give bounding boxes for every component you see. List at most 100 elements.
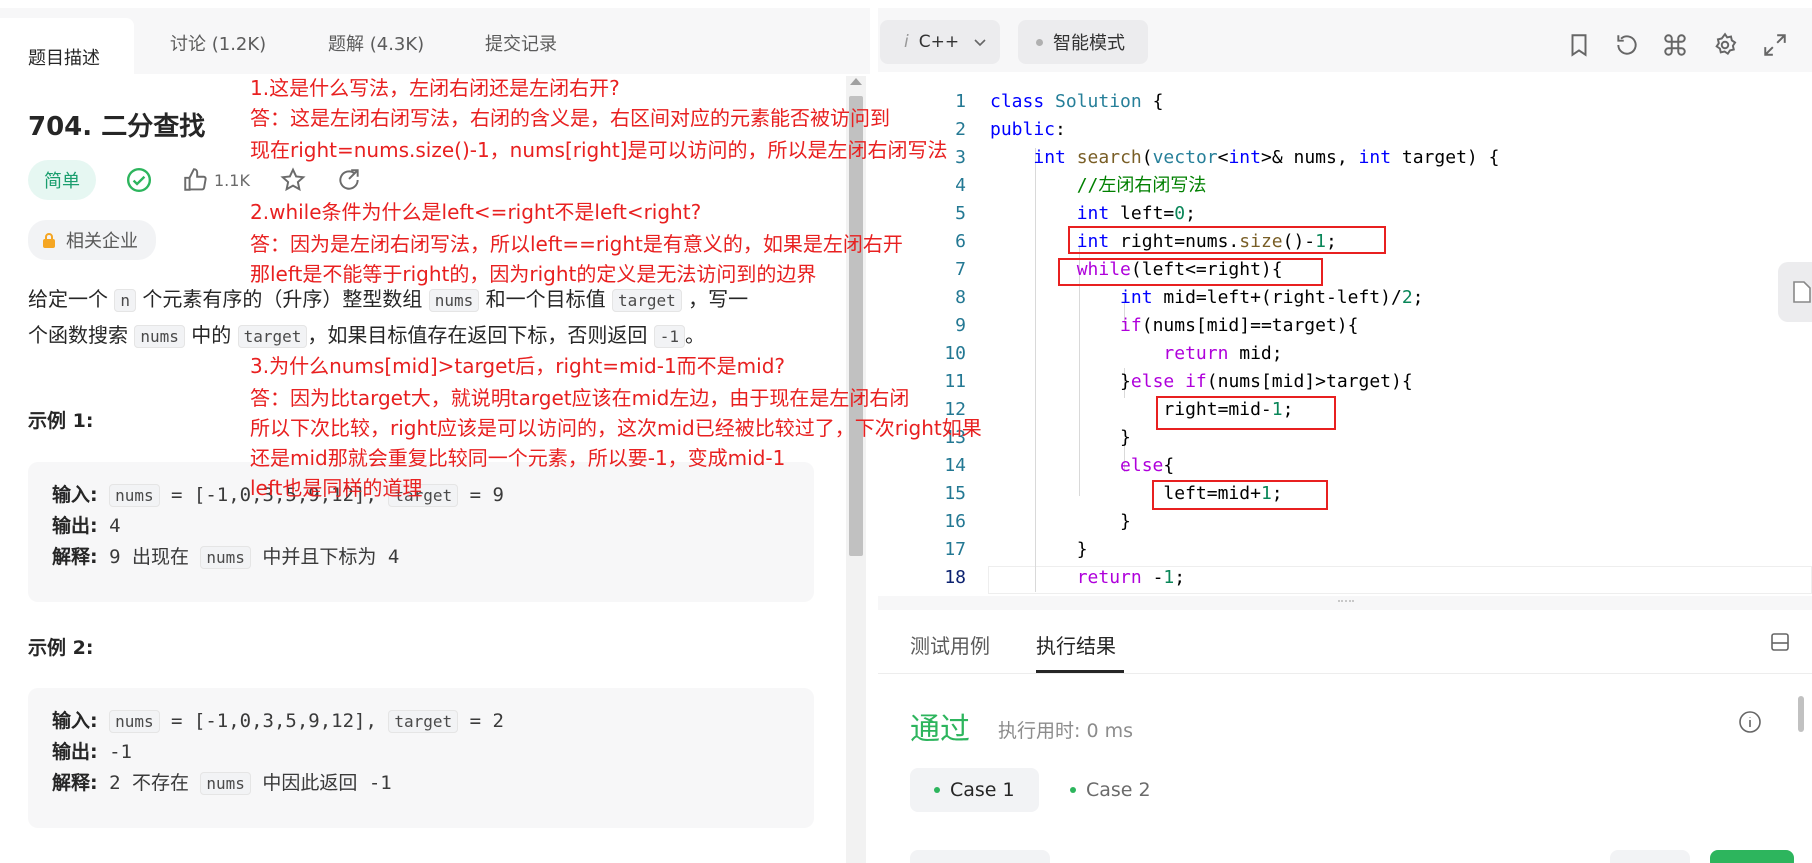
- code-chip: nums: [428, 289, 480, 312]
- code-line: 8 int mid=left+(right-left)/2;: [878, 284, 1812, 312]
- highlight-box-right-init: [1068, 226, 1386, 254]
- language-label: C++: [918, 32, 960, 52]
- scroll-up-arrow-icon[interactable]: [850, 78, 862, 85]
- input-value: = [-1,0,3,5,9,12],: [159, 710, 389, 732]
- code-line: 7 while(left<=right){: [878, 256, 1812, 284]
- code-line: 9 if(nums[mid]==target){: [878, 312, 1812, 340]
- line-number: 5: [955, 203, 966, 224]
- editor-toolbar: i C++ 智能模式: [878, 8, 1812, 72]
- console-tabs: 测试用例 执行结果: [878, 610, 1812, 674]
- desc-text: ，写一: [688, 287, 749, 311]
- explain-text: 中并且下标为 4: [262, 546, 400, 568]
- code-text: int search(vector<int>& nums, int target…: [1033, 147, 1500, 168]
- like-button[interactable]: 1.1K: [182, 167, 250, 193]
- code-chip: nums: [200, 772, 251, 795]
- case-2-button[interactable]: Case 2: [1046, 768, 1175, 812]
- code-chip: target: [388, 710, 459, 733]
- tab-result[interactable]: 执行结果: [1036, 630, 1116, 659]
- code-chip: nums: [134, 325, 185, 348]
- command-icon[interactable]: [1662, 32, 1688, 58]
- example-2-title: 示例 2:: [28, 637, 94, 659]
- code-editor[interactable]: 1 class Solution { 2 public: 3 int search(…: [878, 72, 1812, 596]
- code-line: 14 else{: [878, 452, 1812, 480]
- desc-text: 和一个目标值: [485, 287, 606, 311]
- language-info-icon: i: [904, 32, 909, 52]
- mode-dot-icon: [1036, 38, 1043, 46]
- code-text: }: [990, 539, 1088, 560]
- line-number: 10: [944, 343, 966, 364]
- run-button-stub[interactable]: [1610, 850, 1690, 863]
- layout-toggle-icon[interactable]: [1770, 632, 1790, 652]
- code-line: 2 public:: [878, 116, 1812, 144]
- code-line: 1 class Solution {: [878, 88, 1812, 116]
- favorite-button[interactable]: [280, 167, 306, 193]
- chevron-down-icon: [974, 39, 986, 47]
- line-number: 17: [944, 539, 966, 560]
- code-chip: nums: [109, 484, 160, 507]
- desc-text: 个元素有序的（升序）整型数组: [142, 287, 423, 311]
- smart-mode-button[interactable]: 智能模式: [1018, 20, 1148, 64]
- problem-description: 给定一个 n 个元素有序的（升序）整型数组 nums 和一个目标值 target…: [28, 282, 828, 354]
- annotation-line: 答：因为比target大，就说明target应该在mid左边，由于现在是左闭右闭: [250, 386, 910, 410]
- code-text: return -1;: [1076, 567, 1186, 588]
- case-1-button[interactable]: Case 1: [910, 768, 1039, 812]
- tab-description[interactable]: 题目描述: [0, 18, 134, 74]
- submit-button-stub[interactable]: [1710, 850, 1794, 863]
- bottom-input-stub[interactable]: [910, 850, 1050, 863]
- language-select[interactable]: i C++: [880, 20, 1000, 64]
- document-icon: [1793, 281, 1811, 303]
- code-line: 12 right=mid-1;: [878, 396, 1812, 424]
- line-number: 1: [955, 91, 966, 112]
- code-text: }: [990, 511, 1131, 532]
- code-line: 15 left=mid+1;: [878, 480, 1812, 508]
- case-pass-dot-icon: [1070, 787, 1076, 793]
- code-chip: target: [611, 289, 682, 312]
- share-button[interactable]: [336, 167, 362, 193]
- related-companies-tag[interactable]: 相关企业: [28, 220, 156, 260]
- code-line: 10 return mid;: [878, 340, 1812, 368]
- explain-text: 9 出现在: [109, 546, 189, 568]
- code-line: 17 }: [878, 536, 1812, 564]
- reset-icon[interactable]: [1614, 32, 1640, 58]
- bookmark-icon[interactable]: [1566, 32, 1592, 58]
- output-label: 输出:: [52, 741, 98, 763]
- code-chip: n: [114, 289, 136, 312]
- side-note-tab[interactable]: [1778, 262, 1812, 322]
- like-count: 1.1K: [214, 170, 250, 190]
- desc-text: ，如果目标值存在返回下标，否则返回: [307, 323, 648, 347]
- desc-text: 个函数搜索: [28, 323, 128, 347]
- solved-check-icon: [126, 167, 152, 193]
- problem-scrollbar[interactable]: [846, 76, 866, 863]
- drag-handle-icon[interactable]: [1338, 600, 1354, 603]
- tab-submissions[interactable]: 提交记录: [485, 30, 557, 56]
- desc-text: 中的: [191, 323, 232, 347]
- code-text: int left=0;: [1076, 203, 1196, 224]
- annotation-line: 还是mid那就会重复比较同一个元素，所以要-1，变成mid-1: [250, 446, 786, 470]
- explain-text: 中因此返回 -1: [262, 772, 392, 794]
- star-icon: [280, 167, 306, 192]
- explain-text: 2 不存在: [109, 772, 189, 794]
- panel-divider[interactable]: [878, 596, 1812, 610]
- line-number: 18: [944, 567, 966, 588]
- annotation-line: 答：因为是左闭右闭写法，所以left==right是有意义的，如果是左闭右开: [250, 232, 903, 256]
- output-label: 输出:: [52, 515, 98, 537]
- annotation-line: left也是同样的道理: [250, 476, 423, 500]
- settings-gear-icon[interactable]: [1712, 32, 1738, 58]
- desc-text: 给定一个: [28, 287, 108, 311]
- example-2-box: 输入: nums = [-1,0,3,5,9,12], target = 2 输…: [28, 688, 814, 828]
- tab-solutions[interactable]: 题解 (4.3K): [328, 30, 424, 56]
- fullscreen-icon[interactable]: [1762, 32, 1788, 58]
- tab-testcase[interactable]: 测试用例: [910, 630, 990, 659]
- tab-discussion[interactable]: 讨论 (1.2K): [170, 30, 266, 56]
- code-chip: target: [237, 325, 308, 348]
- share-icon: [339, 169, 359, 190]
- case-label: Case 2: [1086, 779, 1151, 801]
- result-scrollbar[interactable]: [1798, 696, 1804, 732]
- line-number: 16: [944, 511, 966, 532]
- annotation-line: 1.这是什么写法，左闭右闭还是左闭右开?: [250, 76, 620, 100]
- line-number: 9: [955, 315, 966, 336]
- result-status: 通过: [910, 712, 970, 747]
- info-icon[interactable]: [1738, 710, 1762, 734]
- output-value: 4: [109, 515, 121, 537]
- scrollbar-thumb[interactable]: [849, 96, 863, 556]
